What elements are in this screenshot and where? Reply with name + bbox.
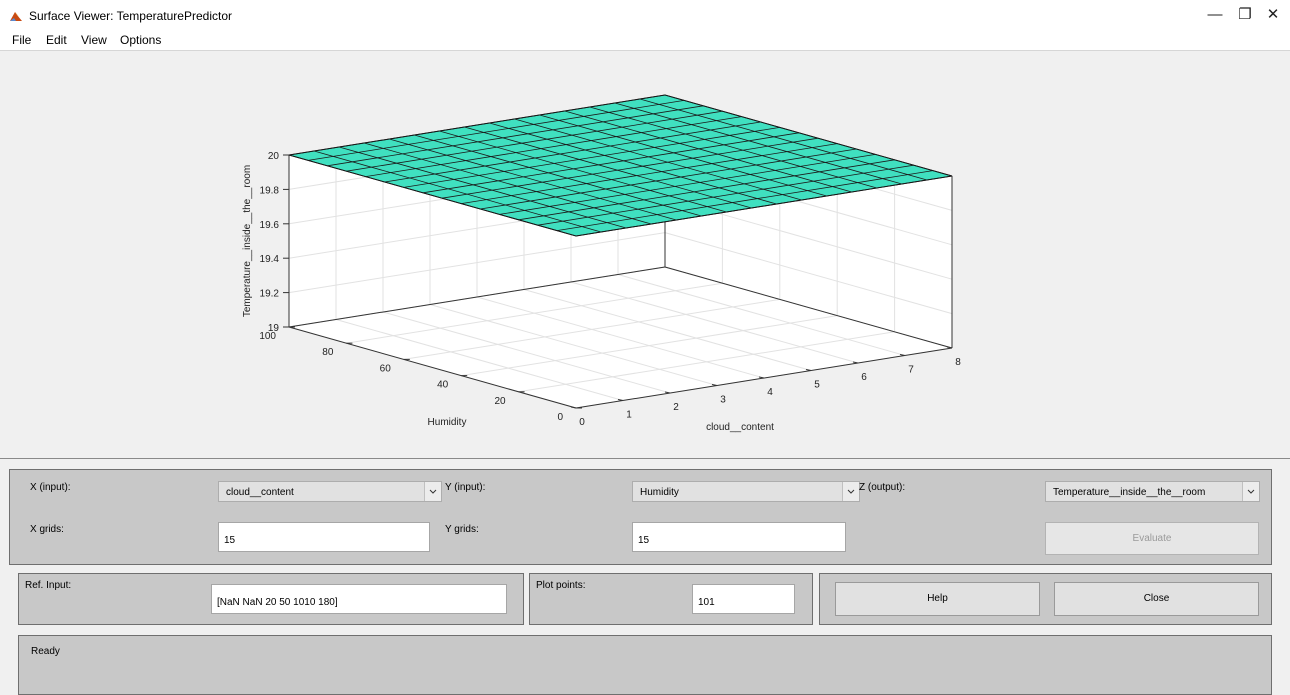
restore-button[interactable]: ❐: [1230, 4, 1260, 26]
menu-edit[interactable]: Edit: [46, 33, 67, 47]
ref-input-panel: Ref. Input: [NaN NaN 20 50 1010 180]: [18, 573, 524, 625]
z-tick-label: 20: [268, 151, 280, 162]
x-input-value: cloud__content: [226, 487, 294, 498]
z-tick-label: 19.2: [260, 289, 280, 300]
ref-input-field[interactable]: [NaN NaN 20 50 1010 180]: [211, 584, 507, 614]
x-tick-label: 6: [861, 372, 867, 383]
y-tick-label: 80: [322, 347, 334, 358]
evaluate-button[interactable]: Evaluate: [1045, 522, 1259, 555]
y-input-value: Humidity: [640, 487, 679, 498]
y-tick-label: 60: [380, 363, 392, 374]
x-tick-label: 0: [579, 417, 585, 428]
status-panel: Ready: [18, 635, 1272, 695]
x-tick-label: 7: [908, 365, 914, 376]
menu-file[interactable]: File: [12, 33, 31, 47]
z-output-value: Temperature__inside__the__room: [1053, 487, 1206, 498]
z-tick-label: 19.4: [260, 254, 280, 265]
status-text: Ready: [31, 646, 60, 657]
x-grids-label: X grids:: [30, 524, 64, 535]
x-axis-label: cloud__content: [706, 422, 774, 433]
matlab-icon: [10, 12, 22, 21]
surface-plot-area[interactable]: 0 1 2 3 4 5 6 7 8 0 20 40 60 80 100 19 19.2 19.4 19.6 19.8 2…: [0, 51, 1290, 458]
x-tick-label: 1: [626, 410, 632, 421]
x-tick-label: 3: [720, 395, 726, 406]
z-tick-label: 19: [268, 323, 280, 334]
y-grids-label: Y grids:: [445, 524, 479, 535]
y-tick-label: 0: [557, 412, 563, 423]
z-tick-label: 19.6: [260, 220, 280, 231]
z-output-label: Z (output):: [859, 482, 906, 493]
ref-input-label: Ref. Input:: [25, 580, 72, 591]
y-tick-label: 40: [437, 380, 449, 391]
plot-points-panel: Plot points: 101: [529, 573, 813, 625]
menu-view[interactable]: View: [81, 33, 107, 47]
action-buttons-panel: Help Close: [819, 573, 1272, 625]
y-input-label: Y (input):: [445, 482, 486, 493]
plot-points-field[interactable]: 101: [692, 584, 795, 614]
y-input-dropdown[interactable]: Humidity: [632, 481, 860, 502]
z-output-dropdown[interactable]: Temperature__inside__the__room: [1045, 481, 1260, 502]
help-button[interactable]: Help: [835, 582, 1040, 616]
y-grids-field[interactable]: 15: [632, 522, 846, 552]
x-input-dropdown[interactable]: cloud__content: [218, 481, 442, 502]
window-title: Surface Viewer: TemperaturePredictor: [29, 9, 232, 23]
z-tick-label: 19.8: [260, 185, 280, 196]
chevron-down-icon: [842, 482, 859, 501]
x-tick-label: 4: [767, 387, 773, 398]
menu-bar: File Edit View Options: [0, 30, 1290, 51]
plot-points-label: Plot points:: [536, 580, 586, 591]
chevron-down-icon: [424, 482, 441, 501]
control-panel: X (input): cloud__content Y (input): Hum…: [0, 458, 1290, 695]
x-tick-label: 8: [955, 357, 961, 368]
y-axis-label: Humidity: [428, 417, 467, 428]
y-tick-label: 20: [494, 396, 506, 407]
x-tick-label: 2: [673, 402, 679, 413]
x-input-label: X (input):: [30, 482, 71, 493]
title-bar: Surface Viewer: TemperaturePredictor — ❐…: [0, 0, 1290, 30]
minimize-button[interactable]: —: [1200, 4, 1230, 26]
input-output-panel: X (input): cloud__content Y (input): Hum…: [9, 469, 1272, 565]
surface-chart[interactable]: 0123456780204060801001919.219.419.619.82…: [0, 51, 1290, 458]
x-tick-label: 5: [814, 380, 820, 391]
menu-options[interactable]: Options: [120, 33, 161, 47]
x-grids-field[interactable]: 15: [218, 522, 430, 552]
close-window-button[interactable]: ✕: [1258, 4, 1288, 26]
z-axis-label: Temperature__inside__the__room: [242, 165, 253, 317]
chevron-down-icon: [1242, 482, 1259, 501]
close-button[interactable]: Close: [1054, 582, 1259, 616]
